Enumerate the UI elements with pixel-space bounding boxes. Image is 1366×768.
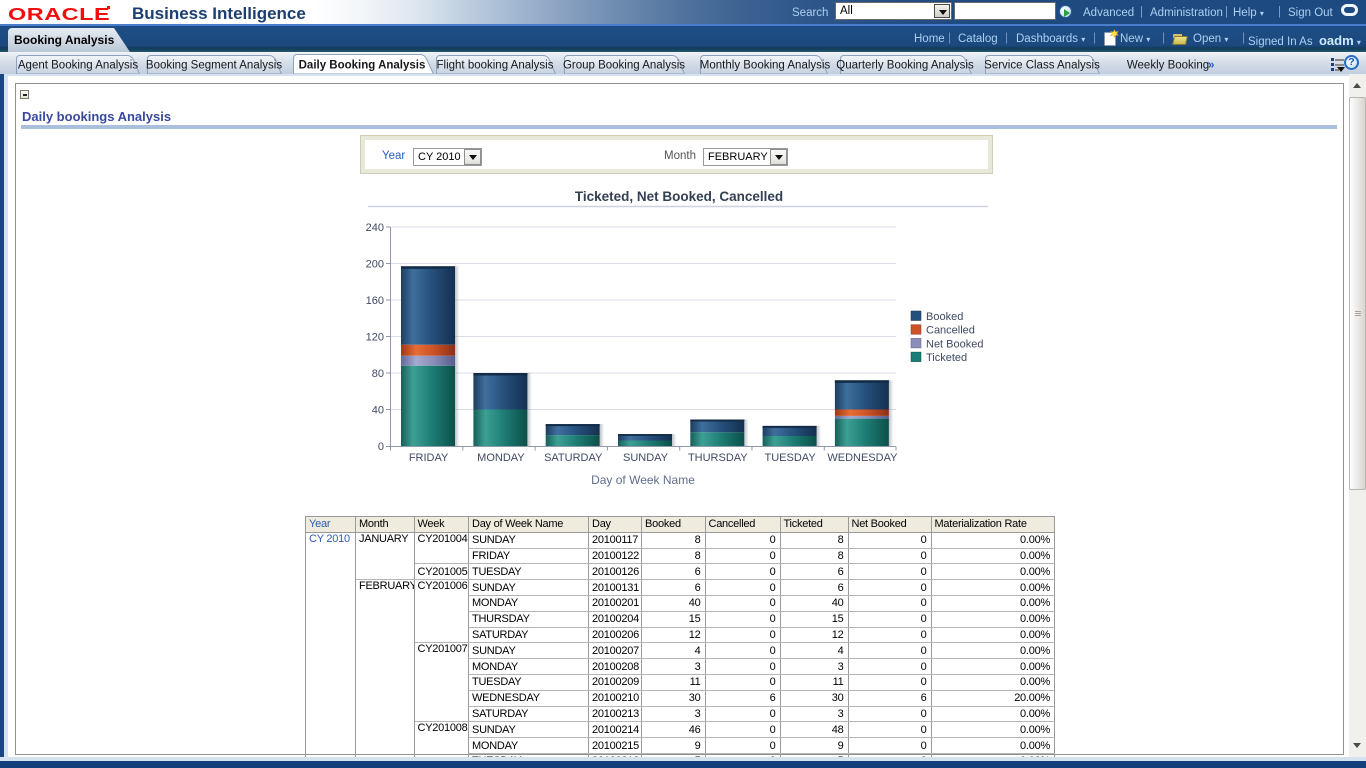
svg-text:TUESDAY: TUESDAY [765,452,817,464]
svg-text:Booking Segment Analysis: Booking Segment Analysis [146,60,282,72]
svg-text:Monthly Booking Analysis: Monthly Booking Analysis [700,60,831,72]
svg-text:Net Booked: Net Booked [926,338,983,350]
svg-text:200: 200 [366,259,384,271]
svg-text:THURSDAY: THURSDAY [688,452,748,464]
svg-text:40: 40 [372,405,384,417]
svg-text:Weekly Booking: Weekly Booking [1127,60,1209,72]
svg-text:Group Booking Analysis: Group Booking Analysis [563,60,685,72]
svg-text:160: 160 [366,295,384,307]
svg-text:Ticketed: Ticketed [926,352,967,364]
svg-text:Flight booking Analysis: Flight booking Analysis [437,60,554,72]
svg-text:Booked: Booked [926,311,963,323]
svg-text:80: 80 [372,368,384,380]
svg-text:Day of Week Name: Day of Week Name [591,473,695,487]
svg-text:Daily Booking Analysis: Daily Booking Analysis [299,60,426,72]
svg-text:Agent Booking Analysis: Agent Booking Analysis [18,60,138,72]
svg-text:»: » [1208,60,1214,72]
svg-text:120: 120 [366,332,384,344]
svg-text:Service Class Analysis: Service Class Analysis [984,60,1100,72]
svg-text:Ticketed, Net Booked, Cancelle: Ticketed, Net Booked, Cancelled [575,189,783,204]
svg-text:SATURDAY: SATURDAY [544,452,603,464]
svg-text:Cancelled: Cancelled [926,325,975,337]
svg-text:WEDNESDAY: WEDNESDAY [827,452,898,464]
svg-text:SUNDAY: SUNDAY [623,452,669,464]
svg-text:0: 0 [378,441,384,453]
svg-text:240: 240 [366,222,384,234]
svg-text:MONDAY: MONDAY [477,452,525,464]
svg-text:FRIDAY: FRIDAY [409,452,449,464]
svg-text:Quarterly Booking Analysis: Quarterly Booking Analysis [836,60,974,72]
